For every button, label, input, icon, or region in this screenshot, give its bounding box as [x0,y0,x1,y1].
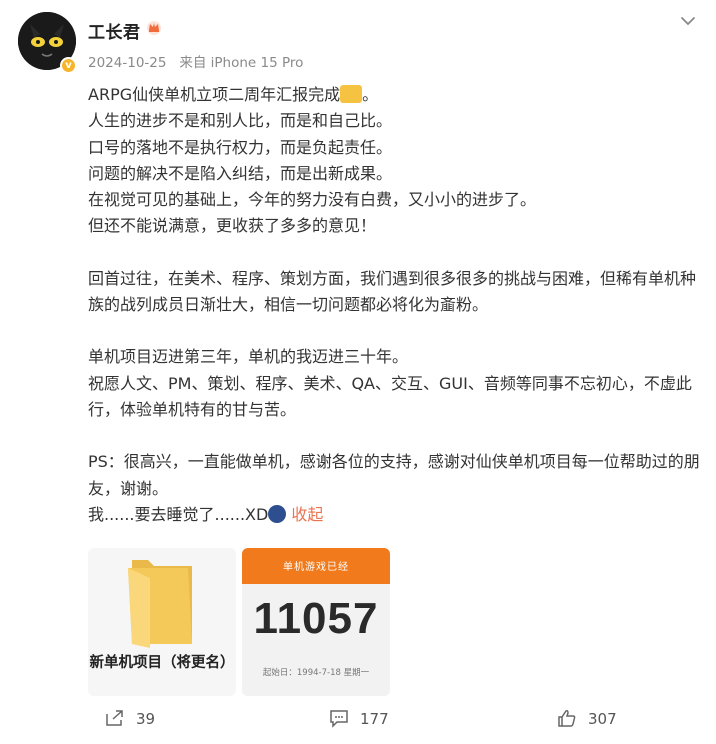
counter-since: 起始日：1994-7-18 星期一 [262,668,370,678]
comment-button[interactable]: 177 [328,708,398,732]
face-emoji-icon [268,504,287,523]
image-thumbnail-counter[interactable]: 单机游戏已经 11057 起始日：1994-7-18 星期一 [242,548,390,696]
text-paragraph-4: PS：很高兴，一直能做单机，感谢各位的支持，感谢对仙侠单机项目每一位帮助过的朋友… [88,452,700,498]
text-paragraph-3a: 单机项目迈进第三年，单机的我迈进三十年。 [88,347,409,367]
comment-icon [330,710,348,728]
text-last-line: 我......要去睡觉了......XD 收起 [88,504,324,524]
like-count: 307 [588,710,617,728]
text-line-4: 问题的解决不是陷入纠结，而是出新成果。 [88,163,393,183]
share-button[interactable]: 39 [104,708,164,732]
post-meta: 2024-10-25 来自 iPhone 15 Pro [88,51,303,71]
folder-caption: 新单机项目（将更名） [89,655,235,671]
text-line-5: 在视觉可见的基础上，今年的努力没有白费，又小小的进步了。 [88,190,537,210]
share-icon [106,710,123,726]
like-button[interactable]: 307 [556,708,626,732]
author-name[interactable]: 工长君 [88,18,141,43]
verified-badge-icon: v [60,57,77,74]
like-icon [558,710,576,727]
text-paragraph-3b: 祝愿人文、PM、策划、程序、美术、QA、交互、GUI、音频等同事不忘初心，不虚此… [88,373,692,419]
share-count: 39 [136,710,156,728]
counter-value: 11057 [253,594,379,643]
image-thumbnail-folder[interactable]: 新单机项目（将更名） [88,548,236,696]
text-paragraph-2: 回首过往，在美术、程序、策划方面，我们遇到很多很多的挑战与困难，但稀有单机种族的… [88,268,697,315]
text-line-3: 口号的落地不是执行权力，而是负起责任。 [88,137,393,157]
counter-title: 单机游戏已经 [283,562,349,573]
post-source: 来自 iPhone 15 Pro [179,55,304,71]
text-line-2: 人生的进步不是和别人比，而是和自己比。 [88,111,393,131]
chevron-down-icon[interactable] [676,14,700,30]
post-text: ARPG仙侠单机立项二周年汇报完成。 人生的进步不是和别人比，而是和自己比。 口… [88,82,700,528]
post-date[interactable]: 2024-10-25 [88,55,166,71]
text-line-6: 但还不能说满意，更收获了多多的意见！ [88,216,377,236]
crown-icon [147,21,161,35]
weibo-post-card: v 工长君 2024-10-25 来自 iPhone 15 Pro ARPG仙侠… [0,0,716,744]
text-line-1: ARPG仙侠单机立项二周年汇报完成。 [88,85,379,104]
cheers-emoji-icon [340,85,363,103]
comment-count: 177 [360,710,389,728]
collapse-link[interactable]: 收起 [291,505,323,524]
